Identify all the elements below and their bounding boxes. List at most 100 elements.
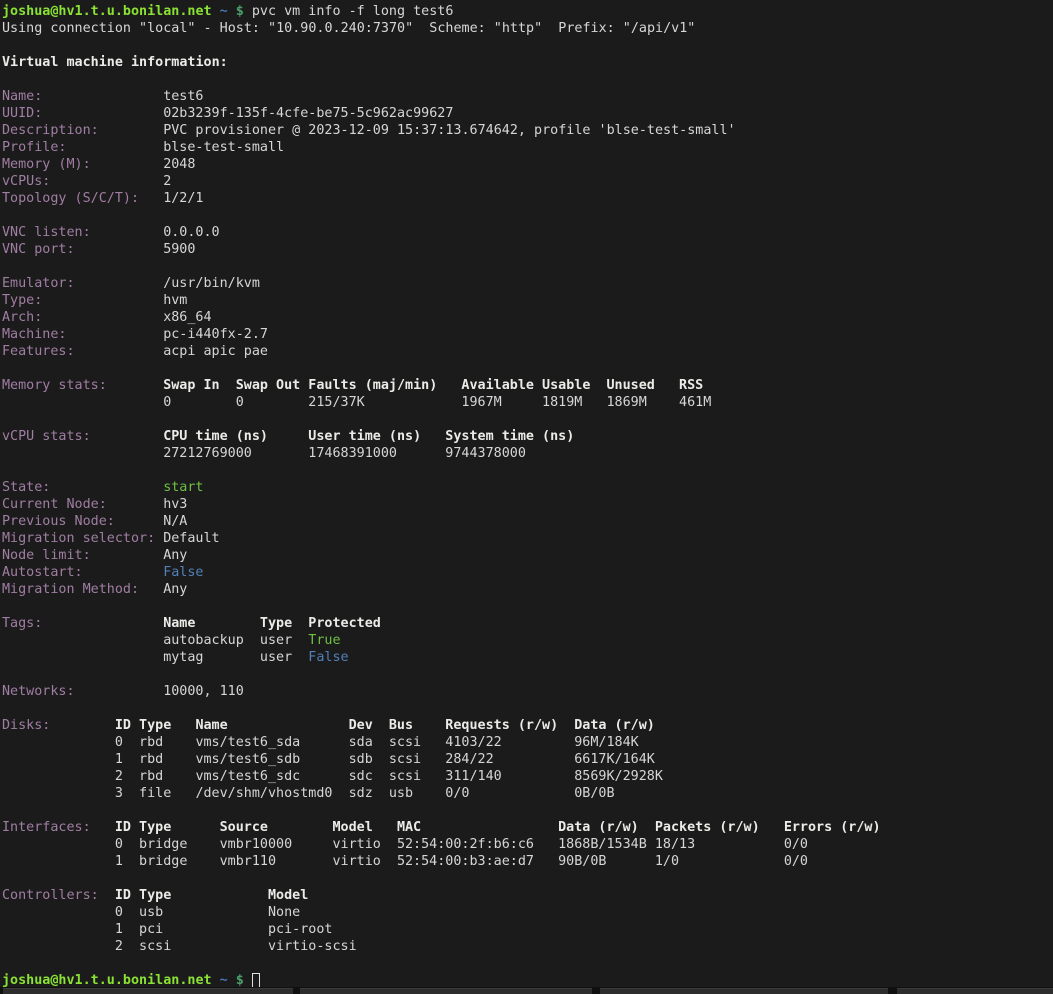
terminal-line: 0bridgevmbr10000virtio52:54:00:2f:b6:c61… (2, 836, 1053, 853)
table-header: RSS (679, 377, 703, 394)
table-cell: 0 (236, 394, 244, 411)
table-cell: file (139, 785, 171, 802)
table-header: Name (195, 717, 227, 734)
field-label: Type: (2, 292, 42, 309)
terminal-line (2, 700, 1053, 717)
table-cell: 96M/184K (574, 734, 639, 751)
field-label: vCPUs: (2, 173, 50, 190)
table-cell: 1819M (542, 394, 582, 411)
table-header: System time (ns) (445, 428, 574, 445)
field-label: State: (2, 479, 50, 496)
table-cell: 0/0 (784, 836, 808, 853)
field-label: Memory (M): (2, 156, 91, 173)
table-cell: True (308, 632, 340, 649)
field-value: 0.0.0.0 (163, 224, 219, 241)
table-cell: sda (349, 734, 373, 751)
terminal-line: Current Node:hv3 (2, 496, 1053, 513)
field-value: hv3 (163, 496, 187, 513)
terminal-line (2, 870, 1053, 887)
field-label: Autostart: (2, 564, 83, 581)
terminal-line (2, 71, 1053, 88)
terminal-line: Tags:NameTypeProtected (2, 615, 1053, 632)
table-header: Data (r/w) (558, 819, 639, 836)
table-cell: vmbr10000 (220, 836, 293, 853)
field-value: blse-test-small (163, 139, 284, 156)
field-label: Features: (2, 343, 75, 360)
table-cell: vmbr110 (220, 853, 276, 870)
terminal-line: 00215/37K1967M1819M1869M461M (2, 394, 1053, 411)
terminal-cursor (252, 973, 260, 988)
table-cell: vms/test6_sda (195, 734, 300, 751)
table-cell: rbd (139, 734, 163, 751)
table-header: Type (139, 887, 171, 904)
table-header: Model (268, 887, 308, 904)
table-cell: rbd (139, 768, 163, 785)
field-value: hvm (163, 292, 187, 309)
table-header: ID (115, 819, 131, 836)
terminal-line: Virtual machine information: (2, 54, 1053, 71)
field-value: 02b3239f-135f-4cfe-be75-5c962ac99627 (163, 105, 453, 122)
field-value: N/A (163, 513, 187, 530)
field-label: VNC port: (2, 241, 75, 258)
terminal-line: 2rbdvms/test6_sdcsdcscsi311/1408569K/292… (2, 768, 1053, 785)
prompt-user-host: joshua@hv1.t.u.bonilan.net (2, 3, 212, 20)
terminal-line: State: start (2, 479, 1053, 496)
terminal-line: 1bridgevmbr110virtio52:54:00:b3:ae:d790B… (2, 853, 1053, 870)
table-cell: 0B/0B (574, 785, 614, 802)
terminal-screen[interactable]: joshua@hv1.t.u.bonilan.net~$pvc vm info … (0, 0, 1053, 987)
field-value: acpi apic pae (163, 343, 268, 360)
field-value: pc-i440fx-2.7 (163, 326, 268, 343)
terminal-line: Memory stats:Swap InSwap OutFaults (maj/… (2, 377, 1053, 394)
table-cell: rbd (139, 751, 163, 768)
table-header: Type (139, 819, 171, 836)
table-header: Packets (r/w) (655, 819, 760, 836)
terminal-line: Topology (S/C/T):1/2/1 (2, 190, 1053, 207)
window-edge-segment (897, 988, 1053, 994)
terminal-line: Profile:blse-test-small (2, 139, 1053, 156)
table-cell: 2 (115, 768, 123, 785)
table-header: ID (115, 717, 131, 734)
field-value: x86_64 (163, 309, 211, 326)
terminal-line (2, 37, 1053, 54)
table-cell: 0 (115, 904, 123, 921)
table-cell: None (268, 904, 300, 921)
terminal-line: Migration selector:Default (2, 530, 1053, 547)
table-cell: 0 (163, 394, 171, 411)
terminal-line: Controllers:IDTypeModel (2, 887, 1053, 904)
table-header: Dev (349, 717, 373, 734)
table-cell: False (308, 649, 348, 666)
section-label: Disks: (2, 717, 50, 734)
terminal-line: Migration Method:Any (2, 581, 1053, 598)
table-cell: 52:54:00:2f:b6:c6 (397, 836, 534, 853)
field-value: /usr/bin/kvm (163, 275, 260, 292)
terminal-line: Features: acpi apic pae (2, 343, 1053, 360)
terminal-line: Networks:10000, 110 (2, 683, 1053, 700)
table-header: Model (332, 819, 372, 836)
table-cell: scsi (389, 751, 421, 768)
table-header: Protected (308, 615, 381, 632)
terminal-line: Autostart:False (2, 564, 1053, 581)
field-value: Any (163, 547, 187, 564)
terminal-line: 1pcipci-root (2, 921, 1053, 938)
terminal-line (2, 360, 1053, 377)
table-header: Type (139, 717, 171, 734)
terminal-line: Memory (M):2048 (2, 156, 1053, 173)
terminal-line (2, 462, 1053, 479)
terminal-line: joshua@hv1.t.u.bonilan.net~$pvc vm info … (2, 3, 1053, 20)
field-value: 10000, 110 (163, 683, 244, 700)
prompt-path: ~ (220, 3, 228, 20)
table-cell: virtio (332, 853, 380, 870)
table-cell: virtio (332, 836, 380, 853)
table-cell: 27212769000 (163, 445, 252, 462)
vm-state-value: start (163, 479, 203, 496)
table-cell: 17468391000 (308, 445, 397, 462)
terminal-line: Arch: x86_64 (2, 309, 1053, 326)
table-cell: pci-root (268, 921, 333, 938)
table-header: Errors (r/w) (784, 819, 881, 836)
field-label: UUID: (2, 105, 42, 122)
terminal-line: 1rbdvms/test6_sdbsdbscsi284/226617K/164K (2, 751, 1053, 768)
field-label: Migration selector: (2, 530, 155, 547)
window-edge-segment (3, 988, 293, 994)
table-cell: vms/test6_sdc (195, 768, 300, 785)
field-label: Arch: (2, 309, 42, 326)
